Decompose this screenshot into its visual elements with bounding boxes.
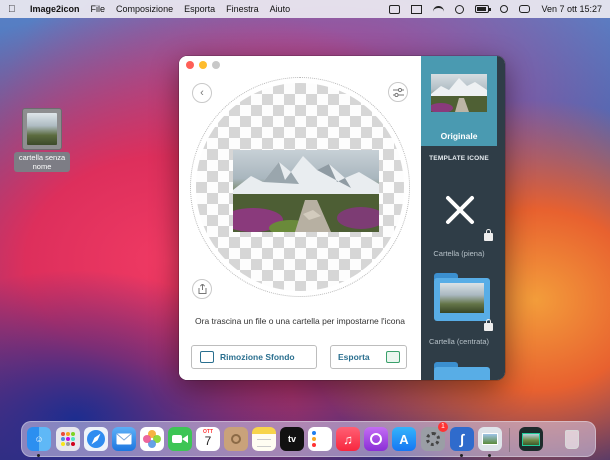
dock-safari[interactable] [84, 427, 108, 451]
desktop-folder-label: cartella senza nome [14, 152, 70, 172]
minimize-window-button[interactable] [199, 61, 207, 69]
close-window-button[interactable] [186, 61, 194, 69]
settings-notification-badge: 1 [438, 422, 448, 432]
preview-photos-icon [482, 433, 498, 445]
control-center-icon[interactable] [519, 5, 531, 13]
reminders-list-icon [312, 431, 316, 435]
dock-tv[interactable]: tv [280, 427, 304, 451]
desktop-folder[interactable]: cartella senza nome [14, 108, 70, 172]
dock-mail[interactable] [112, 427, 136, 451]
menu-composizione[interactable]: Composizione [116, 4, 173, 14]
share-button[interactable] [192, 279, 212, 299]
image2icon-s-icon: ∫ [460, 431, 464, 447]
template-label: Cartella (piena) [433, 249, 485, 258]
menu-aiuto[interactable]: Aiuto [270, 4, 291, 14]
dock-podcasts[interactable] [364, 427, 388, 451]
dock-preview[interactable] [478, 427, 502, 451]
settings-gear-icon [426, 432, 440, 446]
apple-menu-icon[interactable]:  [8, 4, 20, 15]
transparency-checkerboard [196, 83, 404, 291]
chevron-left-icon: ‹ [200, 86, 204, 99]
remove-background-label: Rimozione Sfondo [220, 352, 295, 362]
dock-finder[interactable]: ☺ [27, 427, 51, 451]
window-controls [186, 61, 220, 69]
remove-background-icon [200, 351, 214, 363]
user-icon[interactable] [455, 4, 465, 14]
display-icon[interactable] [411, 4, 423, 14]
landscape-thumbnail-icon [522, 432, 540, 446]
image2icon-window: ‹ Ora trascina un file o una cartella pe… [179, 56, 505, 380]
mail-envelope-icon [116, 433, 132, 445]
template-label: Cartella (centrata) [428, 337, 490, 346]
main-pane: ‹ Ora trascina un file o una cartella pe… [179, 56, 421, 380]
dock-launchpad[interactable] [56, 427, 80, 451]
original-label: Originale [440, 131, 478, 141]
folder-template-icon [434, 273, 490, 321]
original-thumbnail [431, 74, 487, 112]
menu-app-name[interactable]: Image2icon [30, 4, 80, 14]
app-store-icon: A [399, 431, 409, 447]
lock-icon [484, 319, 493, 331]
image-drop-zone[interactable] [190, 77, 410, 297]
export-label: Esporta [338, 352, 370, 362]
search-icon[interactable] [500, 5, 509, 13]
template-section-header: TEMPLATE ICONE [429, 155, 489, 162]
battery-icon[interactable] [475, 5, 492, 13]
menu-finestra[interactable]: Finestra [226, 4, 259, 14]
notes-lines-icon [257, 439, 271, 447]
menu-esporta[interactable]: Esporta [184, 4, 215, 14]
music-note-icon: ♫ [343, 431, 353, 447]
menu-file[interactable]: File [91, 4, 106, 14]
mountain-landscape-image [233, 150, 379, 232]
folder-template-icon [434, 362, 490, 380]
drop-instruction: Ora trascina un file o una cartella per … [195, 316, 405, 326]
sliders-icon [392, 87, 404, 97]
screen-mirroring-icon[interactable] [389, 4, 401, 14]
dock-calendar[interactable]: OTT 7 [196, 427, 220, 451]
menu-bar:  Image2icon File Composizione Esporta F… [0, 0, 610, 18]
dock-facetime[interactable] [168, 427, 192, 451]
remove-background-button[interactable]: Rimozione Sfondo [191, 345, 317, 369]
dock-image2icon-preview[interactable] [519, 427, 543, 451]
podcasts-icon [370, 433, 382, 445]
calendar-day: 7 [204, 434, 212, 448]
launchpad-grid-icon [61, 432, 75, 446]
zoom-window-button[interactable] [212, 61, 220, 69]
trash-can-icon [565, 429, 579, 449]
finder-face-icon: ☺ [34, 434, 44, 444]
dock-music[interactable]: ♫ [336, 427, 360, 451]
safari-compass-icon [87, 430, 105, 448]
export-button[interactable]: Esporta [330, 345, 407, 369]
dock-image2icon[interactable]: ∫ [450, 427, 474, 451]
dock-reminders[interactable] [308, 427, 332, 451]
menu-clock[interactable]: Ven 7 ott 15:27 [541, 4, 602, 14]
share-icon [198, 284, 206, 294]
dock-notes[interactable] [252, 427, 276, 451]
wifi-icon[interactable] [433, 5, 445, 13]
template-sidebar: Originale TEMPLATE ICONE Cartella (piena… [421, 56, 505, 380]
facetime-camera-icon [172, 435, 188, 443]
desktop-folder-icon [22, 108, 62, 150]
dock-app-store[interactable]: A [392, 427, 416, 451]
photos-flower-icon [143, 430, 161, 448]
export-icon [386, 351, 400, 363]
no-template-x-icon [446, 196, 474, 224]
dock-contacts[interactable] [224, 427, 248, 451]
dock: ☺ OTT 7 tv ♫ A 1 ∫ [21, 421, 596, 457]
adjustments-button[interactable] [388, 82, 408, 102]
template-original[interactable]: Originale [421, 56, 497, 146]
dock-trash[interactable] [560, 427, 584, 451]
dock-photos[interactable] [140, 427, 164, 451]
tv-label: tv [287, 434, 296, 444]
contacts-person-icon [231, 434, 241, 444]
back-button[interactable]: ‹ [192, 83, 212, 103]
lock-icon [484, 229, 493, 241]
